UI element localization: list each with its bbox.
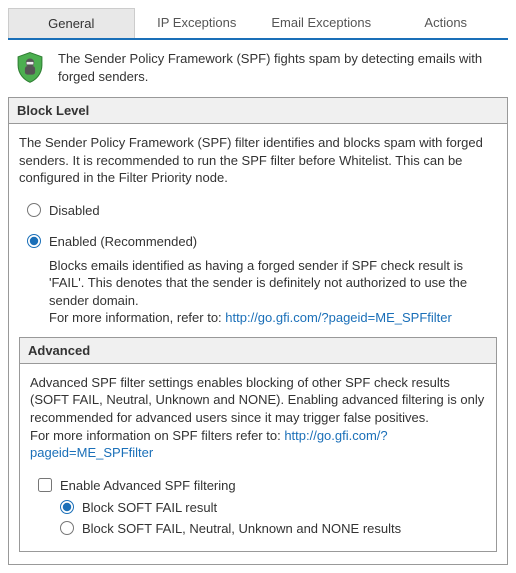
tab-bar: General IP Exceptions Email Exceptions A…	[8, 8, 508, 40]
more-info-link[interactable]: http://go.gfi.com/?pageid=ME_SPFfilter	[225, 310, 452, 325]
block-level-description: The Sender Policy Framework (SPF) filter…	[19, 134, 497, 187]
advanced-panel: Advanced Advanced SPF filter settings en…	[19, 337, 497, 552]
intro-text: The Sender Policy Framework (SPF) fights…	[58, 50, 504, 85]
radio-block-all[interactable]	[60, 521, 74, 535]
radio-block-softfail-label[interactable]: Block SOFT FAIL result	[82, 500, 217, 515]
radio-enabled-label[interactable]: Enabled (Recommended)	[49, 234, 197, 249]
advanced-desc-text: Advanced SPF filter settings enables blo…	[30, 375, 484, 425]
radio-block-all-label[interactable]: Block SOFT FAIL, Neutral, Unknown and NO…	[82, 521, 401, 536]
tab-ip-exceptions[interactable]: IP Exceptions	[135, 8, 260, 38]
tab-general[interactable]: General	[8, 8, 135, 38]
tab-actions[interactable]: Actions	[384, 8, 509, 38]
enabled-note-text: Blocks emails identified as having a for…	[49, 258, 467, 308]
checkbox-enable-advanced[interactable]	[38, 478, 52, 492]
block-level-title: Block Level	[9, 98, 507, 124]
block-level-panel: Block Level The Sender Policy Framework …	[8, 97, 508, 565]
radio-disabled[interactable]	[27, 203, 41, 217]
advanced-title: Advanced	[20, 338, 496, 364]
checkbox-enable-advanced-label[interactable]: Enable Advanced SPF filtering	[60, 478, 236, 493]
shield-icon	[12, 50, 48, 84]
advanced-more-info-prefix: For more information on SPF filters refe…	[30, 428, 284, 443]
radio-block-softfail[interactable]	[60, 500, 74, 514]
tab-email-exceptions[interactable]: Email Exceptions	[259, 8, 384, 38]
radio-disabled-label[interactable]: Disabled	[49, 203, 100, 218]
enabled-note: Blocks emails identified as having a for…	[49, 257, 497, 327]
advanced-description: Advanced SPF filter settings enables blo…	[30, 374, 486, 462]
intro-row: The Sender Policy Framework (SPF) fights…	[8, 40, 508, 97]
radio-enabled[interactable]	[27, 234, 41, 248]
more-info-prefix: For more information, refer to:	[49, 310, 225, 325]
